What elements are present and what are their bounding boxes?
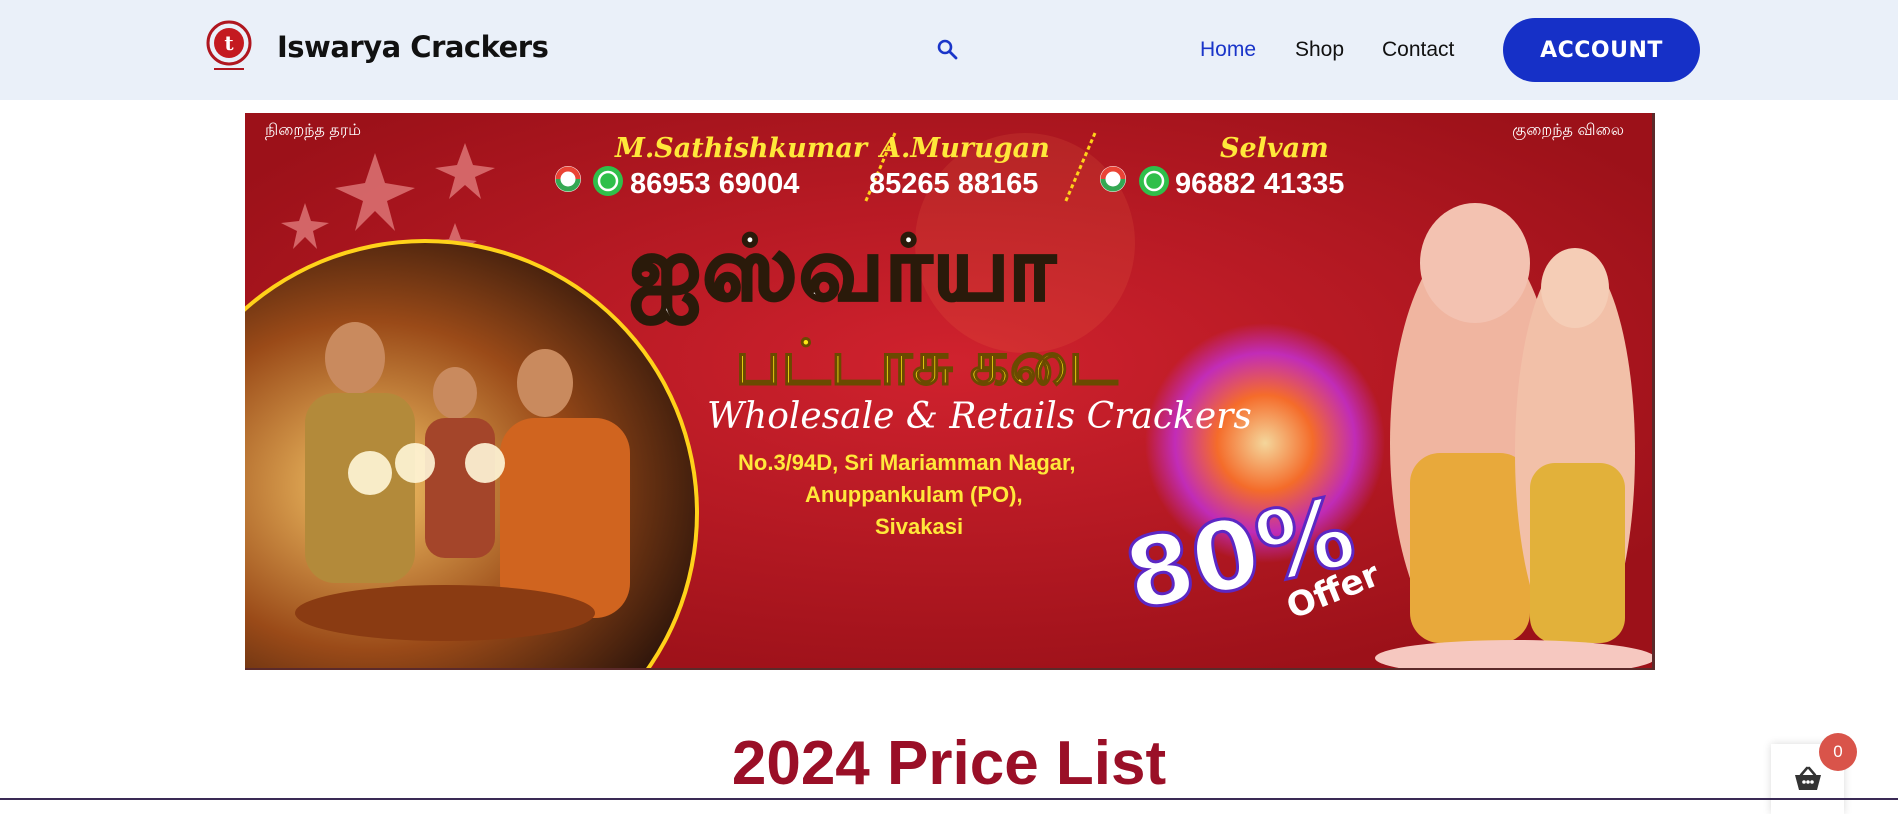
site-title[interactable]: Iswarya Crackers [277, 30, 549, 64]
page-title: 2024 Price List [731, 729, 1167, 798]
shop-name-tamil: ஐஸ்வர்யா [629, 218, 1057, 320]
contact-phone: 96882 41335 [1175, 168, 1345, 200]
contact-phone: 86953 69004 [630, 168, 800, 200]
tagline-price: குறைந்த விலை [1512, 122, 1624, 139]
address-line: Anuppankulam (PO), [805, 482, 1023, 507]
tagline-quality: நிறைந்த தரம் [265, 122, 361, 139]
contact-name: M.Sathishkumar [615, 133, 868, 164]
hero-banner: நிறைந்த தரம் குறைந்த விலை M.Sathishkumar… [245, 113, 1655, 670]
gpay-icon [555, 166, 581, 192]
address-line: No.3/94D, Sri Mariamman Nagar, [738, 450, 1076, 475]
gpay-icon [1100, 166, 1126, 192]
address-line: Sivakasi [875, 514, 964, 539]
contact-phone: 85265 88165 [869, 168, 1039, 200]
banner-tagline: Wholesale & Retails Crackers [707, 396, 1252, 437]
basket-icon [1795, 766, 1821, 790]
nav-home[interactable]: Home [1200, 38, 1256, 62]
whatsapp-icon [593, 166, 623, 196]
account-button[interactable]: ACCOUNT [1503, 18, 1700, 82]
cart-count-badge: 0 [1819, 733, 1857, 771]
contact-name: A.Murugan [880, 133, 1050, 164]
logo-icon[interactable]: t [204, 18, 254, 78]
search-icon[interactable] [935, 37, 959, 61]
whatsapp-icon [1139, 166, 1169, 196]
site-header: t Iswarya Crackers Home Shop Contact ACC… [0, 0, 1898, 100]
nav-shop[interactable]: Shop [1295, 38, 1344, 62]
svg-text:t: t [224, 31, 234, 55]
contact-name: Selvam [1220, 133, 1329, 164]
nav-contact[interactable]: Contact [1382, 38, 1454, 62]
